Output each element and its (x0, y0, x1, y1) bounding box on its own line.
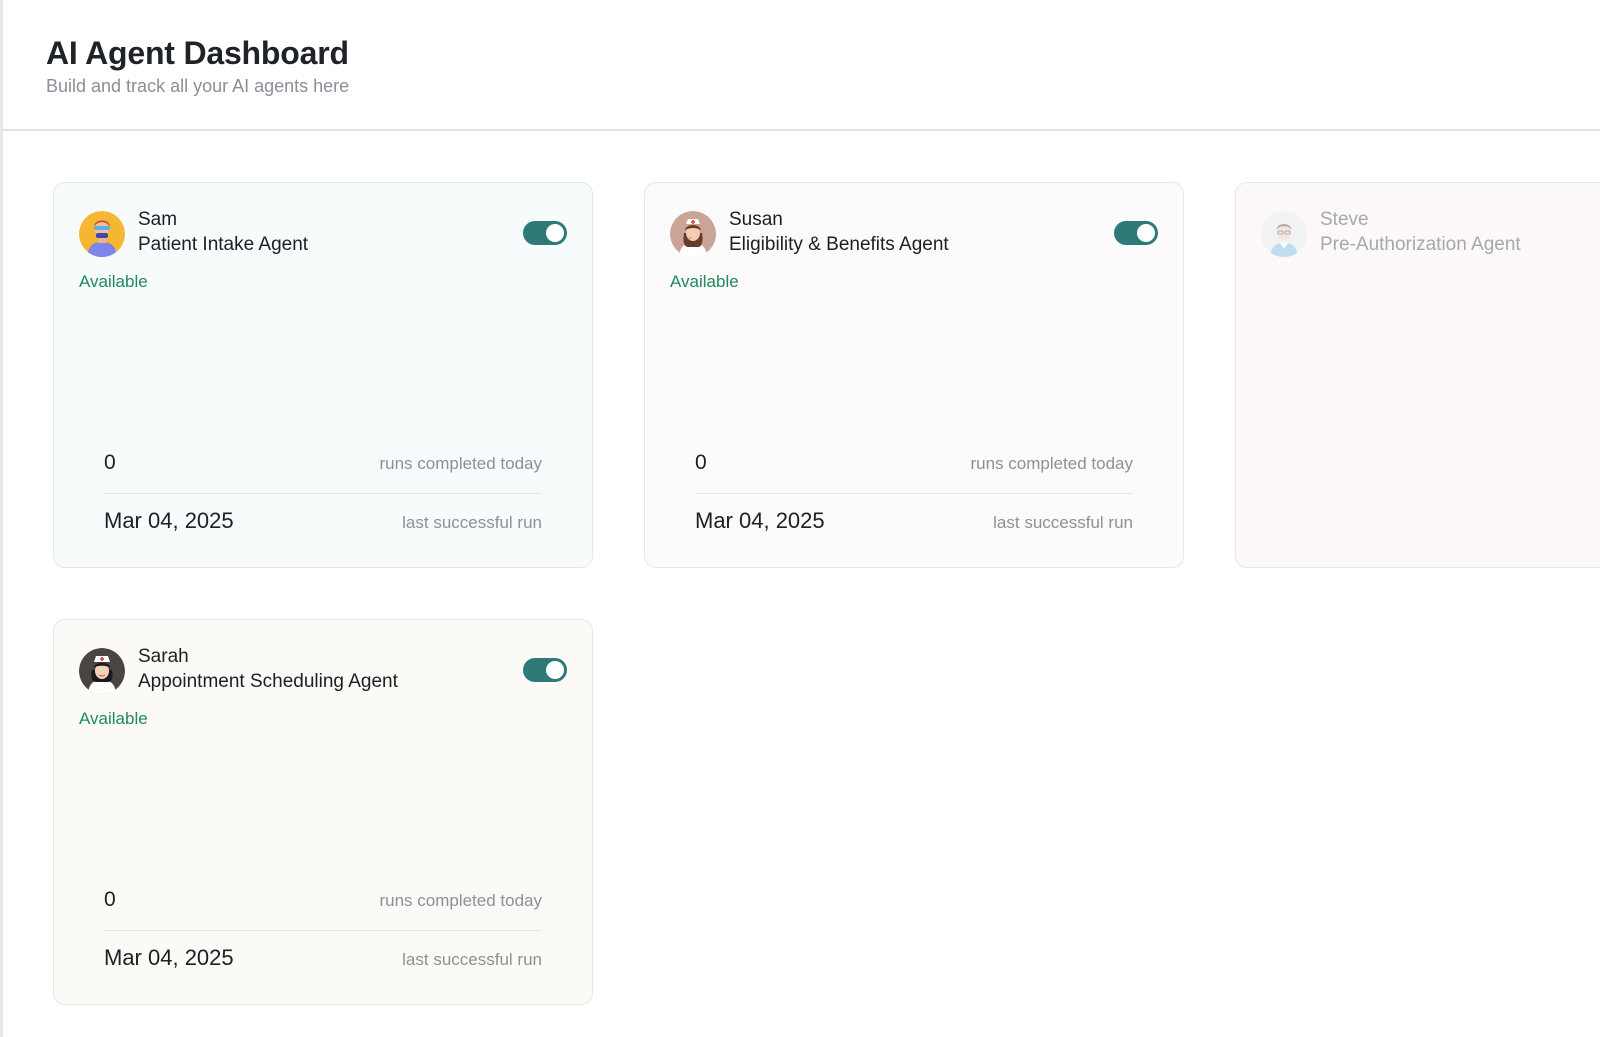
toggle-knob (546, 224, 564, 242)
agent-card-sarah[interactable]: Sarah Appointment Scheduling Agent Avail… (53, 619, 593, 1005)
last-run-label: last successful run (402, 513, 542, 532)
agent-card-steve[interactable]: Steve Pre-Authorization Agent (1235, 182, 1600, 568)
page-subtitle: Build and track all your AI agents here (46, 76, 350, 96)
agent-role: Pre-Authorization Agent (1320, 234, 1521, 255)
runs-today-value: 0 (695, 451, 707, 474)
agent-stats: 0 runs completed today Mar 04, 2025 last… (104, 888, 542, 983)
agent-card-header: Sam Patient Intake Agent (79, 208, 567, 258)
last-run-row: Mar 04, 2025 last successful run (695, 508, 1133, 546)
agent-stats: 0 runs completed today Mar 04, 2025 last… (695, 451, 1133, 546)
runs-today-value: 0 (104, 888, 116, 911)
agent-role: Appointment Scheduling Agent (138, 671, 398, 692)
runs-today-row: 0 runs completed today (104, 888, 542, 931)
agent-stats: 0 runs completed today Mar 04, 2025 last… (104, 451, 542, 546)
runs-today-row: 0 runs completed today (104, 451, 542, 494)
last-run-value: Mar 04, 2025 (104, 945, 234, 970)
agent-enable-toggle[interactable] (523, 658, 567, 682)
last-run-value: Mar 04, 2025 (695, 508, 825, 533)
last-run-label: last successful run (402, 950, 542, 969)
toggle-knob (546, 661, 564, 679)
runs-today-value: 0 (104, 451, 116, 474)
agent-name: Susan (729, 209, 783, 230)
agent-card-header: Steve Pre-Authorization Agent (1261, 208, 1600, 258)
agent-name: Sam (138, 209, 178, 230)
runs-today-row: 0 runs completed today (695, 451, 1133, 494)
last-run-label: last successful run (993, 513, 1133, 532)
agent-identity: Sam Patient Intake Agent (138, 208, 308, 257)
page-title: AI Agent Dashboard (46, 35, 349, 71)
agent-status: Available (670, 272, 739, 291)
agent-card-susan[interactable]: Susan Eligibility & Benefits Agent Avail… (644, 182, 1184, 568)
agent-name: Steve (1320, 209, 1369, 230)
agent-identity: Sarah Appointment Scheduling Agent (138, 645, 398, 694)
last-run-row: Mar 04, 2025 last successful run (104, 508, 542, 546)
last-run-value: Mar 04, 2025 (104, 508, 234, 533)
runs-today-label: runs completed today (379, 454, 542, 473)
page-header: AI Agent Dashboard Build and track all y… (3, 0, 1600, 131)
agent-status: Available (79, 709, 148, 728)
agent-status: Available (79, 272, 148, 291)
agent-name: Sarah (138, 646, 189, 667)
nurse-cap-avatar-icon (79, 648, 125, 694)
agent-enable-toggle[interactable] (523, 221, 567, 245)
agent-card-header: Susan Eligibility & Benefits Agent (670, 208, 1158, 258)
agent-card-header: Sarah Appointment Scheduling Agent (79, 645, 567, 695)
runs-today-label: runs completed today (970, 454, 1133, 473)
agent-enable-toggle[interactable] (1114, 221, 1158, 245)
doctor-avatar-icon (1261, 211, 1307, 257)
agent-card-sam[interactable]: Sam Patient Intake Agent Available 0 run… (53, 182, 593, 568)
runs-today-label: runs completed today (379, 891, 542, 910)
nurse-avatar-icon (670, 211, 716, 257)
agent-role: Patient Intake Agent (138, 234, 309, 255)
agent-identity: Susan Eligibility & Benefits Agent (729, 208, 949, 257)
agent-role: Eligibility & Benefits Agent (729, 234, 949, 255)
last-run-row: Mar 04, 2025 last successful run (104, 945, 542, 983)
dashboard-page: AI Agent Dashboard Build and track all y… (0, 0, 1600, 1037)
agent-identity: Steve Pre-Authorization Agent (1320, 208, 1521, 257)
toggle-knob (1137, 224, 1155, 242)
male-agent-avatar-icon (79, 211, 125, 257)
